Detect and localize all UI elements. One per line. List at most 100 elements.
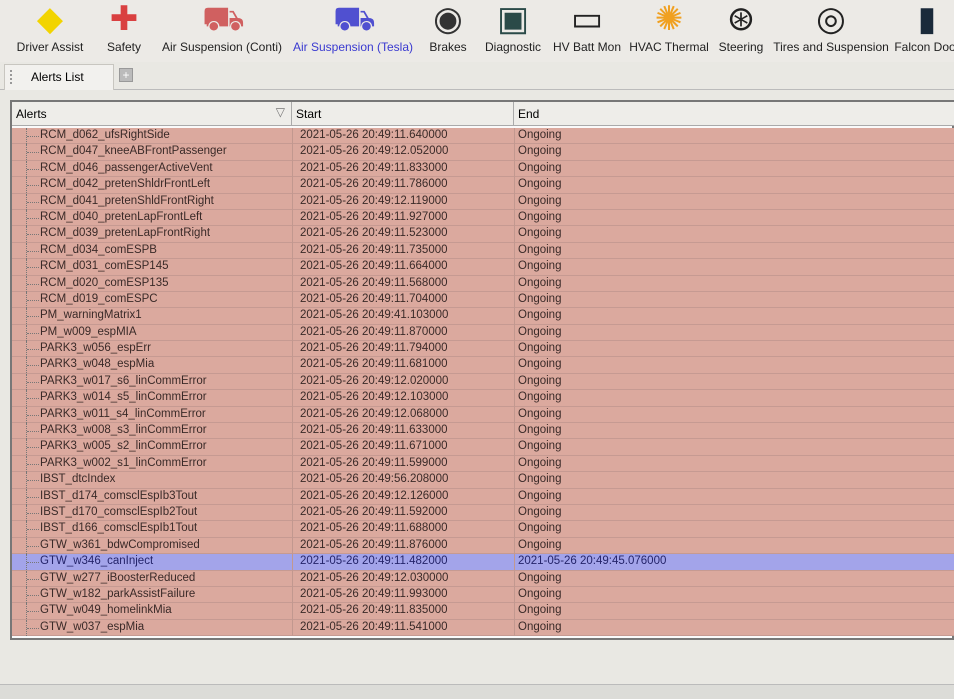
filter-icon[interactable]: ▽: [276, 105, 285, 119]
alert-end: Ongoing: [518, 260, 562, 273]
toolbar-item[interactable]: ⛟ Air Suspension (Tesla): [288, 0, 418, 62]
table-row[interactable]: RCM_d040_pretenLapFrontLeft 2021-05-26 2…: [12, 209, 954, 227]
driver-assist-icon: ◆: [36, 0, 64, 38]
table-row[interactable]: RCM_d046_passengerActiveVent 2021-05-26 …: [12, 160, 954, 178]
alert-name: RCM_d041_pretenShldFrontRight: [40, 194, 214, 207]
falcon-door-icon: ▮: [917, 0, 937, 38]
toolbar-item-label: HV Batt Mon: [552, 40, 622, 54]
toolbar-item[interactable]: ▭ HV Batt Mon: [548, 0, 626, 62]
alert-end: Ongoing: [518, 440, 562, 453]
table-row[interactable]: IBST_dtcIndex 2021-05-26 20:49:56.208000…: [12, 472, 954, 489]
alert-name: RCM_d046_passengerActiveVent: [40, 161, 213, 174]
alert-end: Ongoing: [518, 587, 562, 600]
alert-end: Ongoing: [518, 620, 562, 633]
alert-start: 2021-05-26 20:49:11.794000: [300, 342, 448, 355]
table-row[interactable]: RCM_d047_kneeABFrontPassenger 2021-05-26…: [12, 144, 954, 161]
column-divider: [514, 128, 515, 637]
table-row[interactable]: RCM_d042_pretenShldrFrontLeft 2021-05-26…: [12, 177, 954, 194]
table-row[interactable]: RCM_d020_comESP135 2021-05-26 20:49:11.5…: [12, 275, 954, 292]
table-row[interactable]: RCM_d031_comESP145 2021-05-26 20:49:11.6…: [12, 259, 954, 276]
table-row[interactable]: PARK3_w048_espMia 2021-05-26 20:49:11.68…: [12, 357, 954, 374]
alert-name: RCM_d020_comESP135: [40, 276, 169, 289]
alert-name: PM_w009_espMIA: [40, 325, 137, 338]
toolbar-item[interactable]: ◆ Driver Assist: [8, 0, 92, 62]
toolbar-item-label: Air Suspension (Conti): [161, 40, 283, 54]
alert-end: Ongoing: [518, 407, 562, 420]
table-row[interactable]: PARK3_w005_s2_linCommError 2021-05-26 20…: [12, 439, 954, 456]
alert-start: 2021-05-26 20:49:11.704000: [300, 292, 448, 305]
column-label: Start: [296, 107, 322, 121]
alert-name: PARK3_w048_espMia: [40, 358, 155, 371]
table-row[interactable]: IBST_d166_comsclEspIb1Tout 2021-05-26 20…: [12, 521, 954, 538]
alert-start: 2021-05-26 20:49:11.482000: [300, 555, 448, 568]
table-row[interactable]: RCM_d041_pretenShldFrontRight 2021-05-26…: [12, 193, 954, 210]
table-row[interactable]: PM_warningMatrix1 2021-05-26 20:49:41.10…: [12, 308, 954, 325]
add-tab-button[interactable]: +: [119, 68, 133, 82]
alert-name: RCM_d042_pretenShldrFrontLeft: [40, 178, 211, 191]
table-row[interactable]: IBST_d170_comsclEspIb2Tout 2021-05-26 20…: [12, 504, 954, 522]
air-suspension-icon: ⛟: [333, 0, 376, 38]
alert-name: GTW_w346_canInject: [40, 555, 154, 568]
alert-end: Ongoing: [518, 145, 562, 158]
table-row[interactable]: PARK3_w014_s5_linCommError 2021-05-26 20…: [12, 390, 954, 407]
hvac-thermal-icon: ✺: [654, 0, 684, 38]
alert-end: Ongoing: [518, 342, 562, 355]
alert-start: 2021-05-26 20:49:11.735000: [300, 243, 448, 256]
table-row[interactable]: PARK3_w002_s1_linCommError 2021-05-26 20…: [12, 455, 954, 473]
alert-start: 2021-05-26 20:49:11.876000: [300, 538, 448, 551]
table-row[interactable]: GTW_w361_bdwCompromised 2021-05-26 20:49…: [12, 537, 954, 555]
toolbar-item[interactable]: ⛟ Air Suspension (Conti): [156, 0, 288, 62]
table-row[interactable]: GTW_w049_homelinkMia 2021-05-26 20:49:11…: [12, 603, 954, 620]
safety-cross-icon: ✚: [109, 0, 139, 38]
alert-end: Ongoing: [518, 604, 562, 617]
tab-label: Alerts List: [31, 70, 84, 84]
table-row[interactable]: RCM_d019_comESPC 2021-05-26 20:49:11.704…: [12, 291, 954, 309]
alert-end: Ongoing: [518, 571, 562, 584]
toolbar-item[interactable]: ▮ Falcon Door: [892, 0, 954, 62]
table-row[interactable]: IBST_d174_comsclEspIb3Tout 2021-05-26 20…: [12, 488, 954, 505]
toolbar-item-label: Driver Assist: [16, 40, 84, 54]
alert-start: 2021-05-26 20:49:12.126000: [300, 489, 449, 502]
brake-disc-icon: ◉: [433, 0, 463, 38]
table-row[interactable]: PARK3_w011_s4_linCommError 2021-05-26 20…: [12, 406, 954, 424]
steering-wheel-icon: ⊛: [726, 0, 756, 38]
column-header-start[interactable]: Start: [292, 102, 514, 126]
table-row[interactable]: RCM_d034_comESPB 2021-05-26 20:49:11.735…: [12, 242, 954, 260]
table-row[interactable]: GTW_w277_iBoosterReduced 2021-05-26 20:4…: [12, 570, 954, 587]
table-row[interactable]: PARK3_w017_s6_linCommError 2021-05-26 20…: [12, 373, 954, 391]
toolbar-item[interactable]: ◎ Tires and Suspension: [770, 0, 892, 62]
alert-name: PARK3_w056_espErr: [40, 342, 152, 355]
alert-start: 2021-05-26 20:49:41.103000: [300, 309, 449, 322]
alert-start: 2021-05-26 20:49:12.119000: [300, 194, 448, 207]
alert-start: 2021-05-26 20:49:11.664000: [300, 260, 448, 273]
toolbar-item[interactable]: ◉ Brakes: [418, 0, 478, 62]
alert-end: Ongoing: [518, 473, 562, 486]
alert-name: RCM_d034_comESPB: [40, 243, 157, 256]
toolbar-item[interactable]: ▣ Diagnostic: [478, 0, 548, 62]
alert-end: Ongoing: [518, 489, 562, 502]
alert-start: 2021-05-26 20:49:11.633000: [300, 424, 448, 437]
toolbar-item[interactable]: ✺ HVAC Thermal: [626, 0, 712, 62]
tab-alerts-list[interactable]: Alerts List: [4, 64, 114, 90]
table-row[interactable]: RCM_d039_pretenLapFrontRight 2021-05-26 …: [12, 226, 954, 243]
toolbar-item[interactable]: ⊛ Steering: [712, 0, 770, 62]
drag-grip-icon[interactable]: [10, 70, 14, 84]
alert-name: PARK3_w008_s3_linCommError: [40, 424, 207, 437]
table-row[interactable]: RCM_d062_ufsRightSide 2021-05-26 20:49:1…: [12, 128, 954, 145]
toolbar-item[interactable]: ✚ Safety: [92, 0, 156, 62]
table-row[interactable]: PM_w009_espMIA 2021-05-26 20:49:11.87000…: [12, 324, 954, 342]
column-header-alerts[interactable]: Alerts ▽: [12, 102, 292, 126]
alert-end: Ongoing: [518, 309, 562, 322]
alert-end: Ongoing: [518, 505, 562, 518]
table-row[interactable]: PARK3_w056_espErr 2021-05-26 20:49:11.79…: [12, 341, 954, 358]
table-row[interactable]: GTW_w182_parkAssistFailure 2021-05-26 20…: [12, 586, 954, 604]
table-row[interactable]: GTW_w037_espMia 2021-05-26 20:49:11.5410…: [12, 619, 954, 637]
table-row[interactable]: PARK3_w008_s3_linCommError 2021-05-26 20…: [12, 423, 954, 440]
column-header-end[interactable]: End: [514, 102, 954, 126]
toolbar-item-label: Tires and Suspension: [773, 40, 889, 54]
alert-start: 2021-05-26 20:49:11.786000: [300, 178, 448, 191]
alert-end: Ongoing: [518, 276, 562, 289]
table-row[interactable]: GTW_w346_canInject 2021-05-26 20:49:11.4…: [12, 554, 954, 571]
alert-name: GTW_w037_espMia: [40, 620, 145, 633]
alert-name: PARK3_w017_s6_linCommError: [40, 374, 207, 387]
